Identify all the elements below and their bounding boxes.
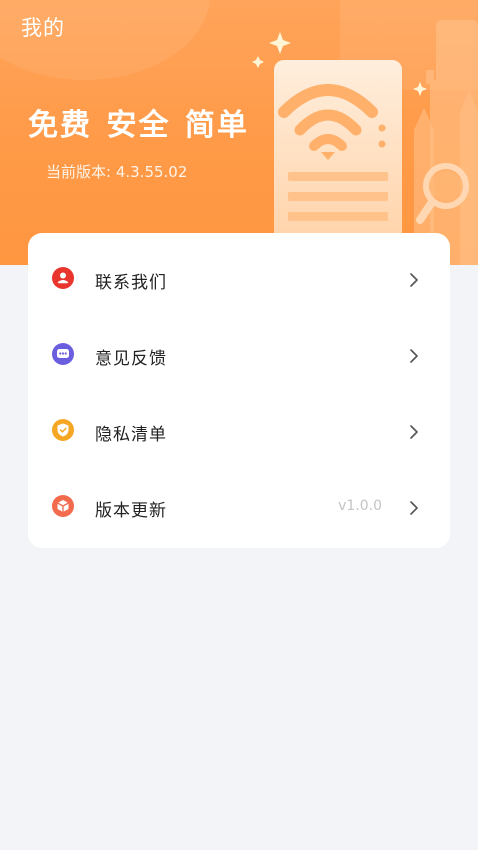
page-title: 我的	[21, 16, 65, 40]
menu-item-privacy-list[interactable]: 隐私清单	[28, 389, 450, 465]
current-version-text: 当前版本: 4.3.55.02	[46, 163, 188, 181]
profile-screen: 我的 免费 安全 简单 当前版本: 4.3.55.02 联系我们 意见反馈 隐私…	[0, 0, 478, 850]
update-icon	[52, 495, 74, 517]
menu-item-label: 意见反馈	[95, 349, 167, 369]
privacy-shield-icon	[52, 419, 74, 441]
chevron-right-icon	[410, 501, 418, 515]
slogan: 免费 安全 简单	[28, 108, 249, 143]
chevron-right-icon	[410, 425, 418, 439]
menu-item-label: 版本更新	[95, 501, 167, 521]
wifi-phone-illustration	[252, 20, 478, 265]
menu-item-version-update[interactable]: 版本更新 v1.0.0	[28, 465, 450, 541]
app-version-value: v1.0.0	[338, 498, 382, 514]
chevron-right-icon	[410, 273, 418, 287]
header-banner: 我的 免费 安全 简单 当前版本: 4.3.55.02	[0, 0, 478, 265]
chevron-right-icon	[410, 349, 418, 363]
menu-item-label: 隐私清单	[95, 425, 167, 445]
contact-icon	[52, 267, 74, 289]
menu-item-feedback[interactable]: 意见反馈	[28, 313, 450, 389]
menu-item-contact-us[interactable]: 联系我们	[28, 237, 450, 313]
menu-item-label: 联系我们	[95, 273, 167, 293]
feedback-icon	[52, 343, 74, 365]
settings-menu-card: 联系我们 意见反馈 隐私清单 版本更新 v1.0.0	[28, 233, 450, 548]
